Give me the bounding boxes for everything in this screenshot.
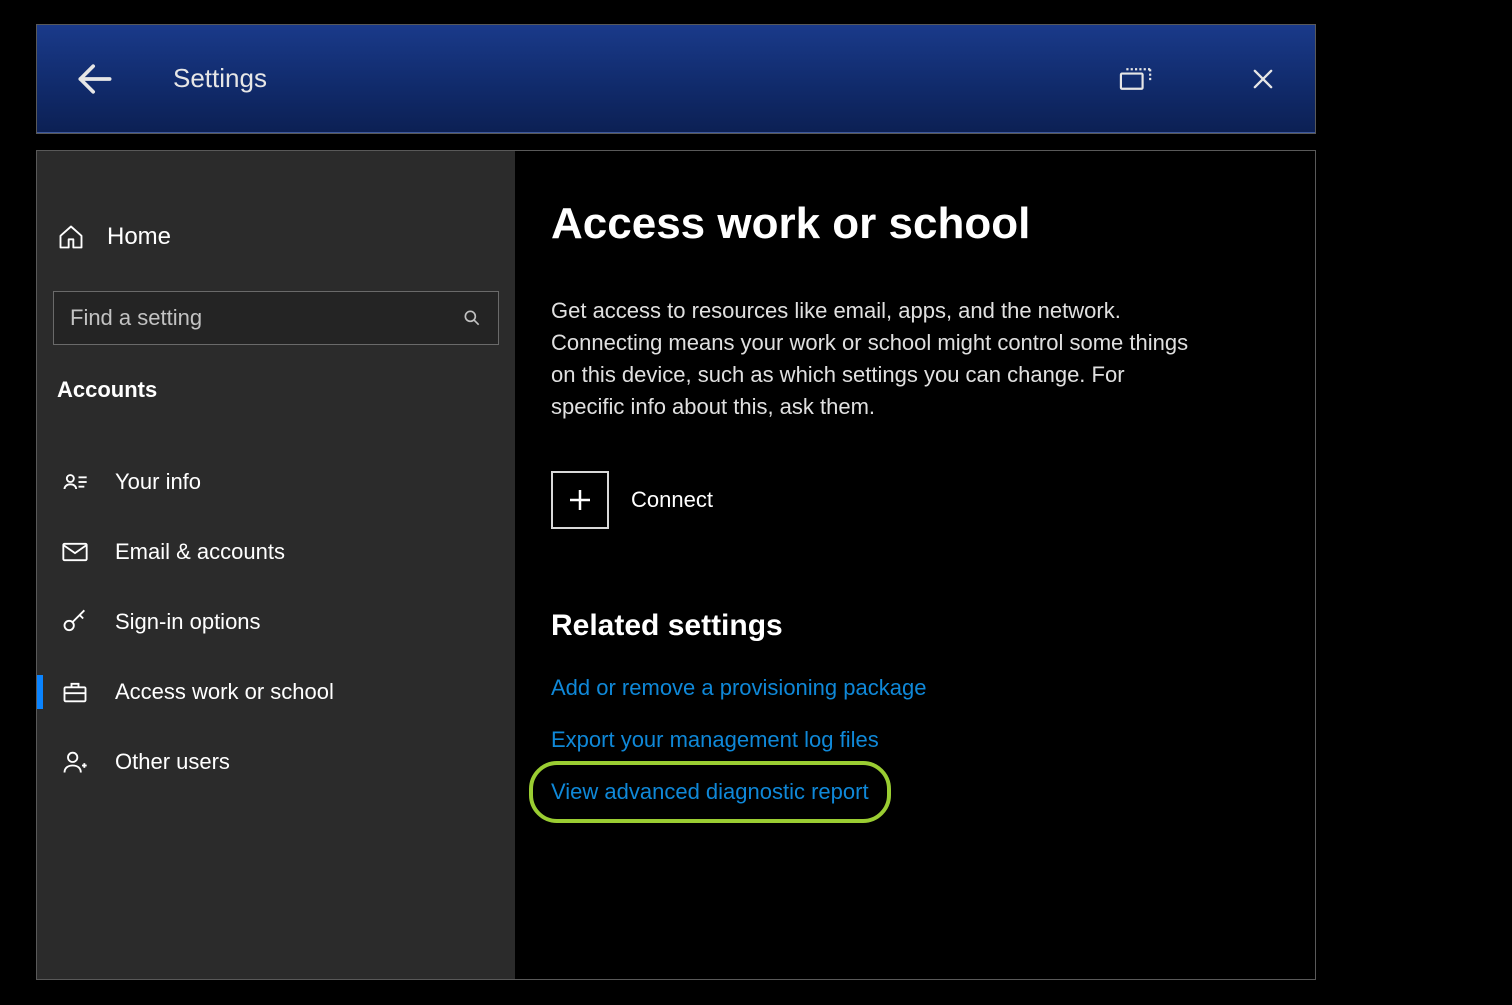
sidebar-item-your-info[interactable]: Your info [53,447,499,517]
person-card-icon [61,468,89,496]
sidebar-home-label: Home [107,223,171,251]
sidebar-item-email-accounts[interactable]: Email & accounts [53,517,499,587]
link-diagnostic-report[interactable]: View advanced diagnostic report [551,779,869,805]
sidebar: Home Accounts Your info Email & accounts [37,151,515,979]
settings-titlebar-window: Settings [36,24,1316,134]
key-icon [61,608,89,636]
close-button[interactable] [1227,55,1299,103]
connect-label: Connect [631,487,713,513]
back-button[interactable] [73,57,117,101]
mail-icon [61,538,89,566]
settings-content-window: Home Accounts Your info Email & accounts [36,150,1316,980]
sidebar-item-label: Other users [115,749,230,775]
sidebar-item-signin-options[interactable]: Sign-in options [53,587,499,657]
sidebar-item-label: Access work or school [115,679,334,705]
sidebar-section-label: Accounts [53,377,499,403]
related-link-list: Add or remove a provisioning package Exp… [551,675,1279,805]
plus-icon [565,485,595,515]
sidebar-item-access-work-school[interactable]: Access work or school [53,657,499,727]
sidebar-item-label: Sign-in options [115,609,261,635]
connect-button[interactable]: Connect [551,471,713,529]
page-heading: Access work or school [551,199,1279,249]
arrow-left-icon [73,57,117,101]
plus-box [551,471,609,529]
titlebar: Settings [37,25,1315,133]
sidebar-home[interactable]: Home [53,211,499,263]
related-settings-heading: Related settings [551,609,1279,643]
briefcase-icon [61,678,89,706]
search-icon [462,308,482,328]
link-provisioning-package[interactable]: Add or remove a provisioning package [551,675,926,701]
search-input[interactable] [70,305,462,331]
page-description: Get access to resources like email, apps… [551,295,1201,423]
window-overlap-icon [1117,66,1153,92]
search-field-wrap[interactable] [53,291,499,345]
multitask-button[interactable] [1099,55,1171,103]
sidebar-item-label: Your info [115,469,201,495]
person-add-icon [61,748,89,776]
home-icon [57,223,85,251]
sidebar-item-other-users[interactable]: Other users [53,727,499,797]
link-export-log-files[interactable]: Export your management log files [551,727,879,753]
main-panel: Access work or school Get access to reso… [515,151,1315,979]
sidebar-item-label: Email & accounts [115,539,285,565]
titlebar-title: Settings [173,63,267,94]
close-icon [1249,65,1277,93]
sidebar-nav: Your info Email & accounts Sign-in optio… [53,447,499,797]
